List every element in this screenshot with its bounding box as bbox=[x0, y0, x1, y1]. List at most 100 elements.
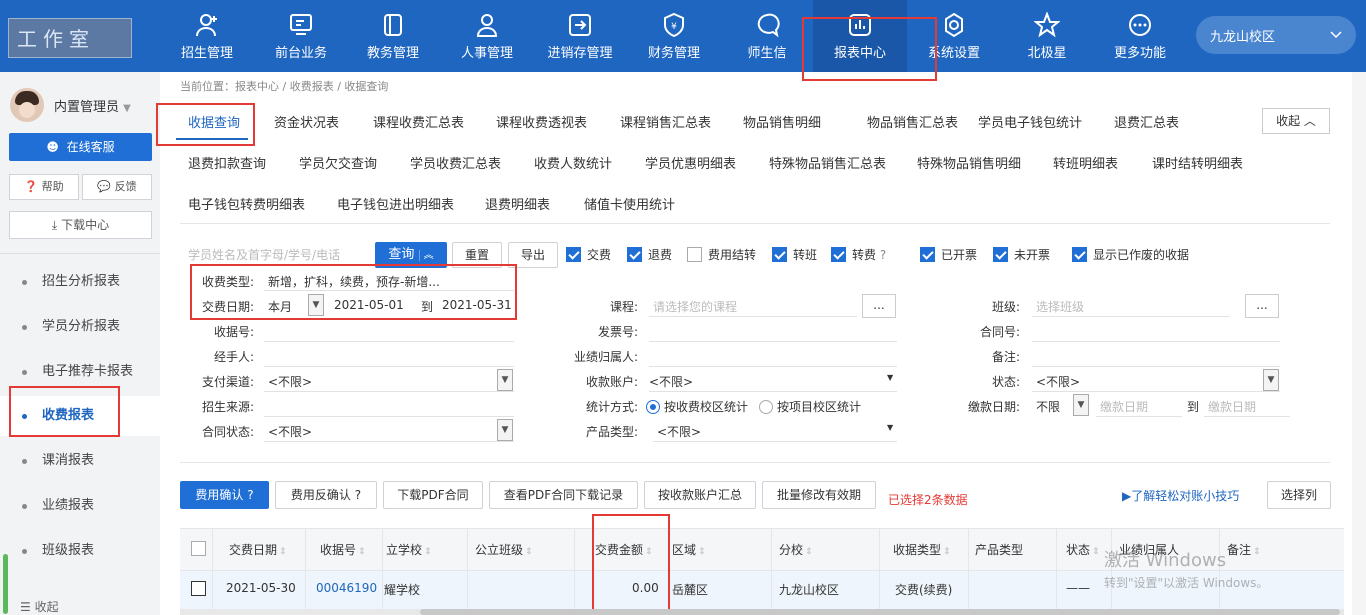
col-branch[interactable]: 分校 ⇕ bbox=[779, 541, 813, 558]
tab-discount-detail[interactable]: 学员优惠明细表 bbox=[645, 153, 736, 172]
tab-refund-summary[interactable]: 退费汇总表 bbox=[1114, 112, 1179, 131]
check-not-invoiced[interactable]: 未开票 bbox=[993, 246, 1050, 263]
batch-edit-validity-button[interactable]: 批量修改有效期 bbox=[762, 481, 876, 509]
handler-input[interactable] bbox=[264, 366, 514, 367]
check-class-transfer[interactable]: 转班 bbox=[772, 246, 817, 263]
check-invoiced[interactable]: 已开票 bbox=[920, 246, 977, 263]
download-center-button[interactable]: ⤓ 下载中心 bbox=[9, 211, 152, 239]
account-select[interactable]: <不限> bbox=[649, 373, 693, 390]
search-input[interactable]: 学员姓名及首字母/学号/电话 bbox=[188, 246, 340, 263]
col-public-school[interactable]: 立学校 ⇕ bbox=[386, 541, 432, 558]
check-payment[interactable]: 交费 bbox=[566, 246, 611, 263]
pay-date-to-input[interactable]: 缴款日期 bbox=[1208, 398, 1256, 415]
tab-refund-deduction[interactable]: 退费扣款查询 bbox=[188, 153, 266, 172]
col-status[interactable]: 状态 ⇕ bbox=[1066, 541, 1100, 558]
user-menu[interactable]: 内置管理员 ▼ bbox=[54, 96, 131, 115]
course-picker-button[interactable]: ... bbox=[862, 294, 896, 318]
col-region[interactable]: 区域 ⇕ bbox=[672, 541, 706, 558]
tab-payer-count[interactable]: 收费人数统计 bbox=[534, 153, 612, 172]
check-refund[interactable]: 退费 bbox=[627, 246, 672, 263]
pay-date-select[interactable]: 不限 bbox=[1036, 398, 1060, 415]
nav-inventory[interactable]: 进销存管理 bbox=[533, 0, 627, 72]
tab-course-fee-pivot[interactable]: 课程收费透视表 bbox=[496, 112, 587, 131]
col-public-class[interactable]: 公立班级 ⇕ bbox=[475, 541, 533, 558]
fee-unconfirm-button[interactable]: 费用反确认 ? bbox=[275, 481, 377, 509]
col-remark[interactable]: 备注 ⇕ bbox=[1227, 541, 1261, 558]
col-pay-date[interactable]: 交费日期 ⇕ bbox=[229, 541, 287, 558]
tab-refund-detail[interactable]: 退费明细表 bbox=[485, 194, 550, 213]
source-input[interactable] bbox=[264, 416, 514, 417]
view-pdf-log-button[interactable]: 查看PDF合同下载记录 bbox=[489, 481, 638, 509]
choose-columns-button[interactable]: 选择列 bbox=[1267, 481, 1331, 509]
check-fee-transfer[interactable]: 转费 ? bbox=[831, 246, 886, 263]
online-service-button[interactable]: ☻ 在线客服 bbox=[9, 133, 152, 161]
radio-by-project-campus[interactable]: 按项目校区统计 bbox=[759, 398, 861, 415]
remark-input[interactable] bbox=[1032, 366, 1280, 367]
check-show-voided[interactable]: 显示已作废的收据 bbox=[1072, 246, 1189, 263]
contract-no-input[interactable] bbox=[1032, 341, 1280, 342]
tab-special-item-detail[interactable]: 特殊物品销售明细 bbox=[917, 153, 1021, 172]
pay-channel-select[interactable]: <不限> bbox=[268, 373, 312, 390]
product-type-select[interactable]: <不限> bbox=[657, 423, 701, 440]
tab-special-item-summary[interactable]: 特殊物品销售汇总表 bbox=[769, 153, 886, 172]
status-select[interactable]: <不限> bbox=[1036, 373, 1080, 390]
account-summary-button[interactable]: 按收款账户汇总 bbox=[644, 481, 756, 509]
tab-item-sales-summary[interactable]: 物品销售汇总表 bbox=[867, 112, 958, 131]
question-icon[interactable]: ? bbox=[880, 248, 886, 262]
contract-status-select[interactable]: <不限> bbox=[268, 423, 312, 440]
sidebar-scrollbar[interactable] bbox=[3, 554, 8, 614]
nav-more[interactable]: 更多功能 bbox=[1093, 0, 1187, 72]
col-product-type[interactable]: 产品类型 bbox=[975, 541, 1023, 558]
perf-owner-input[interactable] bbox=[649, 366, 897, 367]
sidebar-item-student-analysis[interactable]: 学员分析报表 bbox=[0, 307, 160, 347]
check-fee-carryover[interactable]: 费用结转 bbox=[687, 246, 756, 263]
radio-by-fee-campus[interactable]: 按收费校区统计 bbox=[646, 398, 748, 415]
nav-academic[interactable]: 教务管理 bbox=[346, 0, 440, 72]
chevron-down-icon[interactable]: ▼ bbox=[497, 419, 513, 441]
pay-date-from-input[interactable]: 缴款日期 bbox=[1100, 398, 1148, 415]
sidebar-item-performance[interactable]: 业绩报表 bbox=[0, 486, 160, 526]
row-checkbox[interactable] bbox=[191, 581, 212, 596]
invoice-no-input[interactable] bbox=[649, 341, 897, 342]
tab-hours-carryover[interactable]: 课时结转明细表 bbox=[1152, 153, 1243, 172]
nav-front-desk[interactable]: 前台业务 bbox=[254, 0, 348, 72]
sidebar-item-class-report[interactable]: 班级报表 bbox=[0, 531, 160, 571]
nav-polaris[interactable]: 北极星 bbox=[1000, 0, 1094, 72]
caret-down-icon[interactable]: ▼ bbox=[887, 423, 893, 432]
caret-down-icon[interactable]: ▼ bbox=[887, 373, 893, 382]
course-input[interactable]: 请选择您的课程 bbox=[653, 298, 737, 315]
select-all-checkbox[interactable] bbox=[191, 541, 212, 556]
download-pdf-button[interactable]: 下载PDF合同 bbox=[383, 481, 483, 509]
tab-course-fee-summary[interactable]: 课程收费汇总表 bbox=[373, 112, 464, 131]
cell-receipt-link[interactable]: 00046190 bbox=[316, 581, 377, 595]
tab-wallet-inout[interactable]: 电子钱包进出明细表 bbox=[337, 194, 454, 213]
col-receipt-no[interactable]: 收据号 ⇕ bbox=[320, 541, 366, 558]
tab-arrears-query[interactable]: 学员欠交查询 bbox=[299, 153, 377, 172]
nav-finance[interactable]: ¥ 财务管理 bbox=[627, 0, 721, 72]
nav-messaging[interactable]: 师生信 bbox=[720, 0, 814, 72]
col-receipt-type[interactable]: 收据类型 ⇕ bbox=[893, 541, 951, 558]
reconcile-tip-link[interactable]: ▶了解轻松对账小技巧 bbox=[1122, 487, 1239, 504]
sidebar-item-enrollment-analysis[interactable]: 招生分析报表 bbox=[0, 262, 160, 302]
avatar[interactable] bbox=[10, 88, 44, 122]
tabs-collapse-button[interactable]: 收起 ︿ bbox=[1262, 108, 1330, 134]
chevron-down-icon[interactable]: ▼ bbox=[1073, 394, 1089, 416]
nav-enrollment[interactable]: 招生管理 bbox=[160, 0, 254, 72]
fee-confirm-button[interactable]: 费用确认 ? bbox=[180, 481, 269, 509]
campus-selector[interactable]: 九龙山校区 bbox=[1196, 16, 1356, 54]
tab-stored-card-stats[interactable]: 储值卡使用统计 bbox=[584, 194, 675, 213]
help-button[interactable]: ❓ 帮助 bbox=[9, 174, 79, 200]
sidebar-item-consumption[interactable]: 课消报表 bbox=[0, 441, 160, 481]
tab-wallet-transfer[interactable]: 电子钱包转费明细表 bbox=[188, 194, 305, 213]
feedback-button[interactable]: 💬 反馈 bbox=[82, 174, 152, 200]
tab-item-sales-detail[interactable]: 物品销售明细 bbox=[743, 112, 821, 131]
sidebar-collapse-button[interactable]: ☰ 收起 bbox=[20, 598, 59, 615]
tab-student-fee-summary[interactable]: 学员收费汇总表 bbox=[410, 153, 501, 172]
chevron-down-icon[interactable]: ▼ bbox=[1263, 369, 1279, 391]
class-picker-button[interactable]: ... bbox=[1245, 294, 1279, 318]
horizontal-scrollbar-thumb[interactable] bbox=[420, 609, 1340, 615]
vertical-scrollbar[interactable] bbox=[1352, 72, 1366, 615]
tab-course-sales-summary[interactable]: 课程销售汇总表 bbox=[620, 112, 711, 131]
receipt-no-input[interactable] bbox=[264, 341, 514, 342]
tab-wallet-stats[interactable]: 学员电子钱包统计 bbox=[978, 112, 1082, 131]
